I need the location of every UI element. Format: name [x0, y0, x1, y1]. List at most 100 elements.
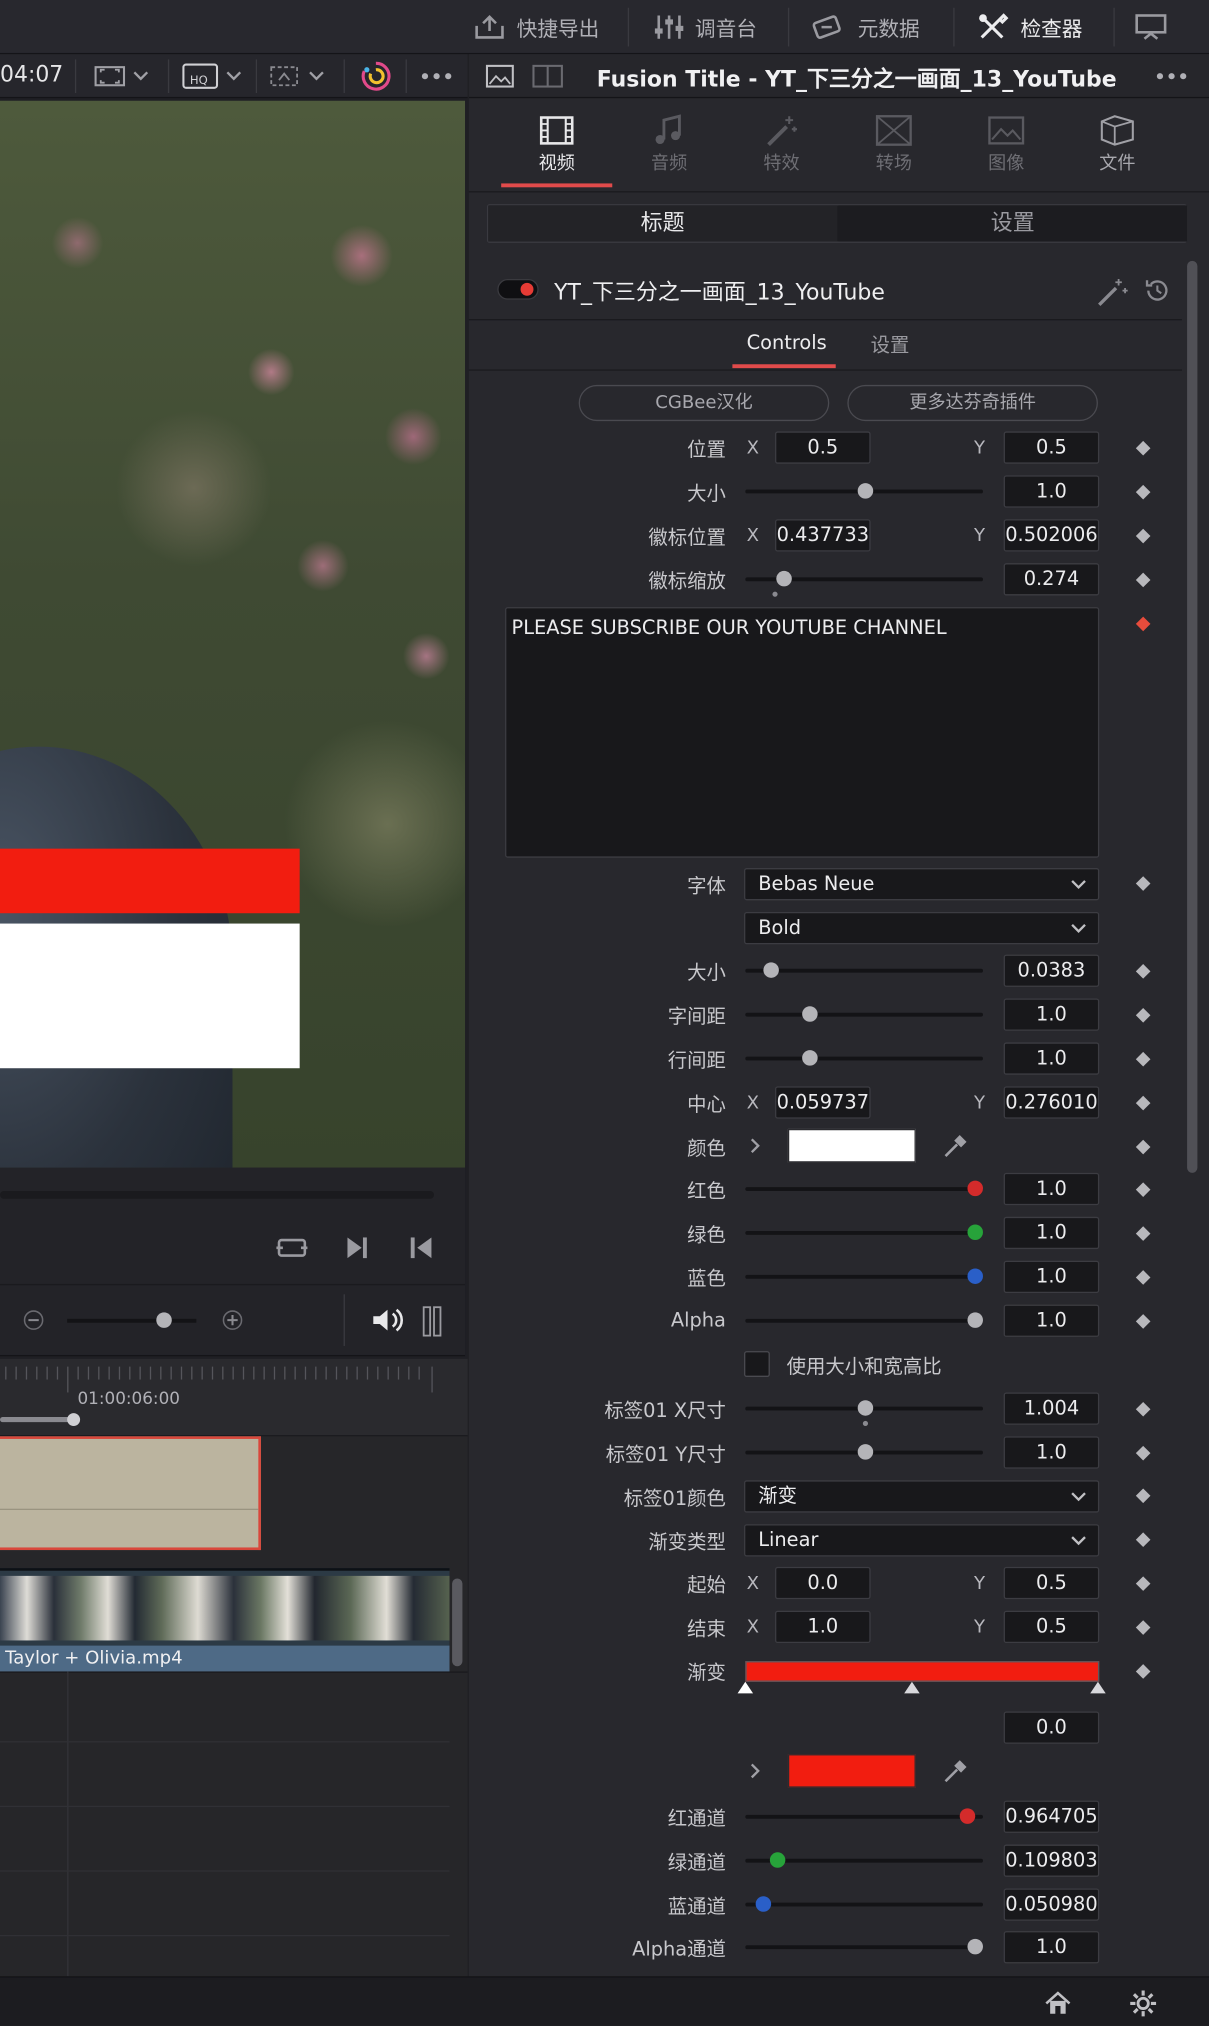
blue-keyframe-button[interactable]: [1135, 1270, 1151, 1285]
size-slider-handle[interactable]: [857, 483, 874, 499]
scrollbar-handle[interactable]: [67, 1413, 81, 1427]
video-viewer[interactable]: [0, 100, 466, 1168]
logo-scale-keyframe-button[interactable]: [1135, 572, 1151, 588]
gradient-stop-color-swatch[interactable]: [787, 1754, 916, 1788]
alpha-channel-slider[interactable]: [745, 1945, 983, 1950]
end-y-input[interactable]: 0.5: [1003, 1610, 1100, 1644]
red-channel-slider-handle[interactable]: [959, 1808, 976, 1824]
timeline-ruler[interactable]: 01:00:06:00: [0, 1358, 468, 1437]
center-x-input[interactable]: 0.059737: [775, 1086, 871, 1119]
start-keyframe-button[interactable]: [1135, 1576, 1151, 1591]
green-keyframe-button[interactable]: [1135, 1226, 1151, 1241]
tab-audio[interactable]: 音频: [624, 111, 714, 176]
eyedropper-icon[interactable]: [942, 1757, 970, 1785]
tab-transition[interactable]: 转场: [849, 111, 939, 176]
end-x-input[interactable]: 1.0: [775, 1610, 871, 1644]
playback-quality-dropdown[interactable]: HQ: [181, 61, 243, 92]
alpha-channel-slider-handle[interactable]: [967, 1938, 983, 1955]
next-frame-button[interactable]: [341, 1232, 372, 1263]
audio-meter-button[interactable]: [421, 1305, 444, 1339]
fullscreen-button[interactable]: [1134, 0, 1168, 54]
start-x-input[interactable]: 0.0: [775, 1566, 871, 1600]
logo-y-input[interactable]: 0.502006: [1003, 519, 1100, 552]
inspector-button[interactable]: 检查器: [977, 0, 1082, 54]
text-size-input[interactable]: 0.0383: [1003, 954, 1100, 987]
gradient-type-dropdown[interactable]: Linear: [744, 1524, 1100, 1557]
alpha-channel-input[interactable]: 1.0: [1003, 1931, 1100, 1964]
position-keyframe-button[interactable]: [1135, 440, 1151, 456]
zoom-out-button[interactable]: [23, 1310, 44, 1331]
size-input[interactable]: 1.0: [1003, 475, 1100, 508]
scrub-bar[interactable]: [0, 1190, 435, 1199]
logo-x-input[interactable]: 0.437733: [775, 519, 871, 552]
timeline-scrollbar[interactable]: [0, 1416, 75, 1423]
tracking-slider-handle[interactable]: [802, 1006, 818, 1022]
cgbee-localization-button[interactable]: CGBee汉化: [578, 384, 830, 422]
zoom-in-button[interactable]: [222, 1310, 243, 1331]
timeline[interactable]: 01:00:06:00 Taylor + Olivia.mp4: [0, 1358, 468, 1977]
label01-x-slider-handle[interactable]: [857, 1400, 874, 1416]
tab-image[interactable]: 图像: [961, 111, 1051, 176]
font-family-dropdown[interactable]: Bebas Neue: [744, 868, 1100, 901]
center-keyframe-button[interactable]: [1135, 1095, 1151, 1111]
gradient-type-keyframe-button[interactable]: [1135, 1532, 1151, 1548]
fusion-overlay-button[interactable]: [359, 61, 393, 92]
go-to-start-button[interactable]: [406, 1232, 437, 1263]
split-view-icon[interactable]: [531, 62, 565, 90]
tab-file[interactable]: 文件: [1072, 111, 1162, 176]
blue-slider[interactable]: [745, 1274, 983, 1279]
use-size-aspect-checkbox[interactable]: [744, 1351, 770, 1377]
green-slider[interactable]: [745, 1230, 983, 1235]
green-slider-handle[interactable]: [967, 1224, 983, 1241]
eyedropper-icon[interactable]: [942, 1132, 970, 1160]
blue-channel-slider[interactable]: [745, 1902, 983, 1907]
blue-channel-input[interactable]: 0.050980: [1003, 1888, 1100, 1921]
size-keyframe-button[interactable]: [1135, 484, 1151, 500]
alpha-keyframe-button[interactable]: [1135, 1314, 1151, 1329]
red-slider-handle[interactable]: [967, 1180, 983, 1197]
volume-button[interactable]: [369, 1305, 405, 1336]
home-icon[interactable]: [1044, 1989, 1072, 2017]
magic-wand-icon[interactable]: [1094, 276, 1130, 307]
video-clip[interactable]: Taylor + Olivia.mp4: [0, 1568, 450, 1672]
enable-toggle[interactable]: [497, 279, 539, 300]
green-channel-input[interactable]: 0.109803: [1003, 1844, 1100, 1877]
line-spacing-keyframe-button[interactable]: [1135, 1051, 1151, 1067]
red-channel-input[interactable]: 0.964705: [1003, 1800, 1100, 1833]
label01-y-keyframe-button[interactable]: [1135, 1445, 1151, 1461]
position-x-input[interactable]: 0.5: [775, 431, 871, 464]
gradient-stop-end[interactable]: [1090, 1681, 1106, 1694]
green-channel-slider-handle[interactable]: [769, 1852, 786, 1868]
title-text-input[interactable]: PLEASE SUBSCRIBE OUR YOUTUBE CHANNEL: [505, 607, 1100, 858]
metadata-button[interactable]: 元数据: [811, 0, 920, 54]
font-style-dropdown[interactable]: Bold: [744, 911, 1100, 945]
viewer-size-dropdown[interactable]: [93, 61, 150, 92]
logo-scale-input[interactable]: 0.274: [1003, 563, 1100, 596]
label01-x-input[interactable]: 1.004: [1003, 1392, 1100, 1425]
end-keyframe-button[interactable]: [1135, 1620, 1151, 1635]
gradient-keyframe-button[interactable]: [1135, 1664, 1151, 1679]
center-y-input[interactable]: 0.276010: [1003, 1086, 1100, 1119]
red-input[interactable]: 1.0: [1003, 1172, 1100, 1206]
image-icon[interactable]: [484, 62, 515, 90]
tab-effects[interactable]: 特效: [736, 111, 826, 176]
label01-color-keyframe-button[interactable]: [1135, 1488, 1151, 1504]
loop-button[interactable]: [274, 1232, 310, 1263]
blue-channel-slider-handle[interactable]: [755, 1896, 772, 1912]
segment-title[interactable]: 标题: [488, 205, 838, 242]
blue-input[interactable]: 1.0: [1003, 1260, 1100, 1293]
inspector-scrollbar[interactable]: [1187, 260, 1198, 1173]
alpha-slider[interactable]: [745, 1318, 983, 1323]
subtab-controls[interactable]: Controls: [747, 331, 827, 354]
gradient-bar[interactable]: [745, 1661, 1100, 1682]
label01-color-dropdown[interactable]: 渐变: [744, 1480, 1100, 1513]
gradient-stop-mid[interactable]: [904, 1681, 920, 1694]
font-keyframe-button[interactable]: [1135, 876, 1151, 891]
green-input[interactable]: 1.0: [1003, 1216, 1100, 1250]
logo-position-keyframe-button[interactable]: [1135, 528, 1151, 544]
label01-y-slider-handle[interactable]: [857, 1444, 874, 1460]
text-size-slider[interactable]: [745, 968, 983, 973]
red-channel-slider[interactable]: [745, 1814, 983, 1819]
zoom-slider-handle[interactable]: [156, 1312, 172, 1328]
text-color-swatch[interactable]: [787, 1128, 916, 1163]
